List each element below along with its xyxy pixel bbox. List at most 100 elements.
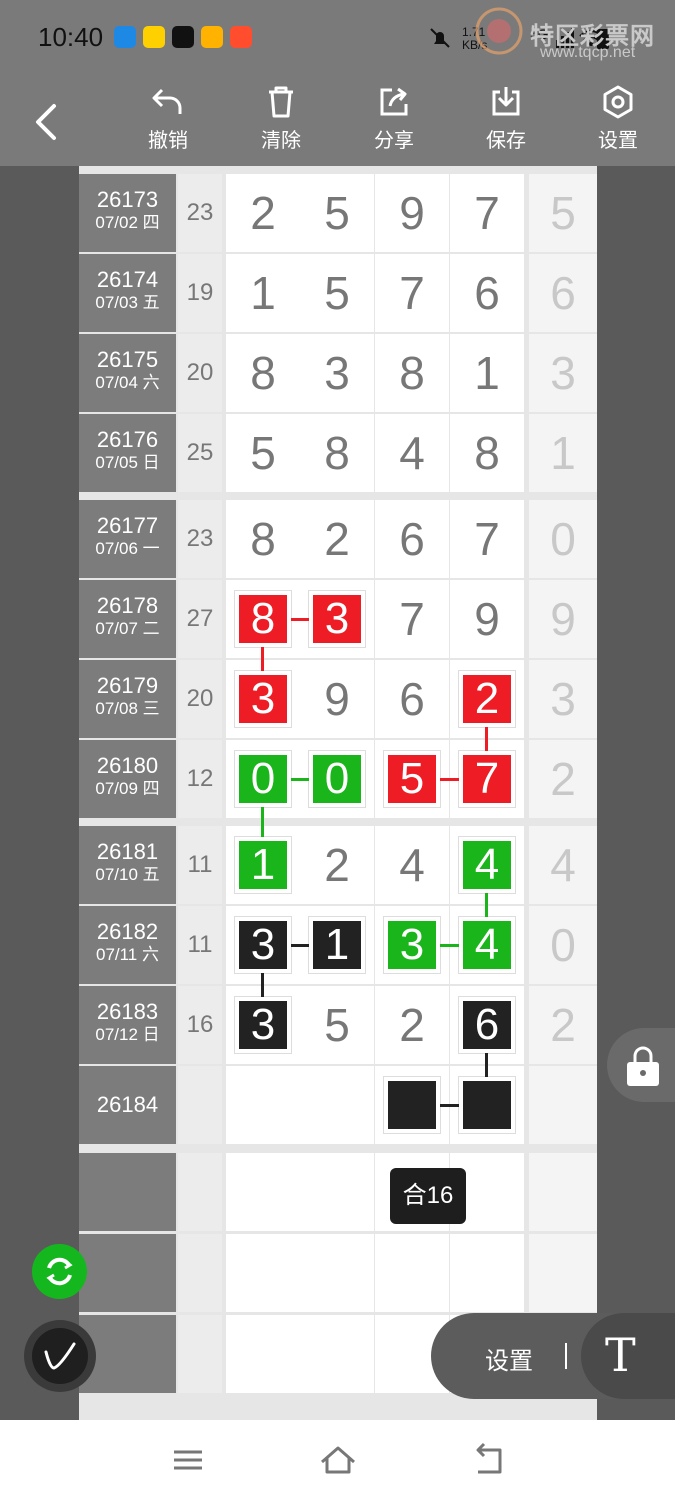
digit-cell[interactable]: 2 xyxy=(300,500,374,578)
sum-cell: 11 xyxy=(178,906,222,984)
empty-digit-cell[interactable] xyxy=(226,1153,300,1231)
empty-digit-cell[interactable] xyxy=(450,1234,524,1312)
share-button[interactable]: 分享 xyxy=(354,84,434,164)
marked-digit-green[interactable]: 0 xyxy=(235,751,291,807)
refresh-button[interactable] xyxy=(32,1244,87,1299)
issue-cell: 26182 07/11 六 xyxy=(79,906,176,984)
connector-line-black xyxy=(291,944,309,947)
marked-digit-black[interactable] xyxy=(384,1077,440,1133)
marked-digit-green[interactable]: 4 xyxy=(459,837,515,893)
undo-button[interactable]: 撤销 xyxy=(128,84,208,164)
digit-cell[interactable]: 6 xyxy=(375,660,449,738)
digit-cell[interactable]: 2 xyxy=(300,826,374,904)
menu-icon[interactable] xyxy=(168,1440,208,1480)
digit-cell[interactable]: 9 xyxy=(450,580,524,658)
sum-cell: 25 xyxy=(178,414,222,492)
digit-cell[interactable]: 9 xyxy=(300,660,374,738)
empty-digit-cell[interactable] xyxy=(300,1153,374,1231)
marked-digit-black[interactable]: 3 xyxy=(235,917,291,973)
back-arrow-icon[interactable] xyxy=(28,100,68,144)
marked-digit-black[interactable]: 1 xyxy=(309,917,365,973)
issue-date: 07/07 二 xyxy=(95,619,160,638)
digit-cell[interactable]: 9 xyxy=(375,174,449,252)
digit-cell[interactable]: 5 xyxy=(226,414,300,492)
marked-digit-black[interactable] xyxy=(459,1077,515,1133)
issue-date: 07/11 六 xyxy=(95,945,159,964)
sum-cell: 20 xyxy=(178,334,222,412)
empty-issue-cell xyxy=(79,1153,176,1231)
home-icon[interactable] xyxy=(318,1440,358,1480)
marked-digit-green[interactable]: 3 xyxy=(384,917,440,973)
right-margin xyxy=(597,166,675,1420)
empty-row xyxy=(79,1234,597,1314)
marked-digit-green[interactable]: 1 xyxy=(235,837,291,893)
empty-digit-cell[interactable] xyxy=(300,1315,374,1393)
marked-digit-red[interactable]: 2 xyxy=(459,671,515,727)
digit-cell[interactable]: 4 xyxy=(375,826,449,904)
marked-digit-black[interactable]: 6 xyxy=(459,997,515,1053)
settings-button[interactable]: 设置 xyxy=(578,84,658,164)
marked-digit-red[interactable]: 3 xyxy=(309,591,365,647)
digit-cell[interactable]: 4 xyxy=(375,414,449,492)
issue-number: 26176 xyxy=(96,427,159,452)
marked-digit-red[interactable]: 8 xyxy=(235,591,291,647)
span-cell: 0 xyxy=(529,906,597,984)
digit-cell[interactable]: 1 xyxy=(450,334,524,412)
system-nav-bar xyxy=(0,1420,675,1500)
digit-cell[interactable]: 7 xyxy=(450,174,524,252)
digit-cell[interactable]: 7 xyxy=(375,580,449,658)
span-cell: 6 xyxy=(529,254,597,332)
digit-cell[interactable]: 8 xyxy=(226,500,300,578)
save-button[interactable]: 保存 xyxy=(466,84,546,164)
issue-date: 07/08 三 xyxy=(95,699,160,718)
empty-digit-cell[interactable] xyxy=(226,1234,300,1312)
span-cell: 2 xyxy=(529,740,597,818)
draw-row: 26176 07/05 日 25 5 8 4 8 1 xyxy=(79,414,597,494)
digit-cell[interactable]: 2 xyxy=(375,986,449,1064)
trend-chart-grid[interactable]: 26173 07/02 四 23 2 5 9 7 5 26174 07/03 五 19 1 5 7 6 6 26… xyxy=(79,166,597,1420)
digit-cell[interactable]: 2 xyxy=(226,174,300,252)
empty-digit-cell[interactable] xyxy=(300,1234,374,1312)
digit-cell[interactable]: 7 xyxy=(375,254,449,332)
digit-cell[interactable] xyxy=(300,1066,374,1144)
status-time: 10:40 xyxy=(38,22,104,52)
bottom-settings-pill[interactable]: 设置 T xyxy=(431,1313,675,1399)
digit-cell[interactable]: 8 xyxy=(375,334,449,412)
sum-cell: 11 xyxy=(178,826,222,904)
lock-button[interactable] xyxy=(607,1028,675,1102)
digit-cell[interactable]: 6 xyxy=(375,500,449,578)
connector-line-black xyxy=(261,973,264,997)
digit-cell[interactable]: 8 xyxy=(300,414,374,492)
text-tool-button[interactable]: T xyxy=(581,1313,675,1399)
digit-cell[interactable]: 5 xyxy=(300,986,374,1064)
pen-tool-button[interactable] xyxy=(24,1320,96,1392)
marked-digit-red[interactable]: 5 xyxy=(384,751,440,807)
issue-cell: 26178 07/07 二 xyxy=(79,580,176,658)
draw-row: 26177 07/06 一 23 8 2 6 7 0 xyxy=(79,500,597,580)
empty-digit-cell[interactable] xyxy=(226,1315,300,1393)
connector-line-green xyxy=(485,893,488,917)
marked-digit-red[interactable]: 3 xyxy=(235,671,291,727)
clear-button[interactable]: 清除 xyxy=(241,84,321,164)
marked-digit-red[interactable]: 7 xyxy=(459,751,515,807)
back-nav-icon[interactable] xyxy=(468,1440,508,1480)
empty-digit-cell[interactable] xyxy=(375,1234,449,1312)
digit-cell[interactable]: 5 xyxy=(300,254,374,332)
digit-cell[interactable]: 8 xyxy=(450,414,524,492)
digit-cell[interactable] xyxy=(226,1066,300,1144)
draw-row: 2618307/12 日1635262 xyxy=(79,986,597,1066)
issue-number: 26181 xyxy=(96,839,159,864)
marked-digit-black[interactable]: 3 xyxy=(235,997,291,1053)
refresh-icon xyxy=(46,1257,73,1286)
digit-cell[interactable]: 5 xyxy=(300,174,374,252)
digit-cell[interactable]: 7 xyxy=(450,500,524,578)
marked-digit-green[interactable]: 4 xyxy=(459,917,515,973)
pill-settings-label[interactable]: 设置 xyxy=(485,1341,533,1376)
status-bar: 10:40 1.71 KB/s 5G 特区彩票网 www.tqcp.net xyxy=(0,0,675,76)
digit-cell[interactable]: 3 xyxy=(300,334,374,412)
issue-date: 07/10 五 xyxy=(95,865,160,884)
marked-digit-green[interactable]: 0 xyxy=(309,751,365,807)
digit-cell[interactable]: 1 xyxy=(226,254,300,332)
digit-cell[interactable]: 6 xyxy=(450,254,524,332)
digit-cell[interactable]: 8 xyxy=(226,334,300,412)
